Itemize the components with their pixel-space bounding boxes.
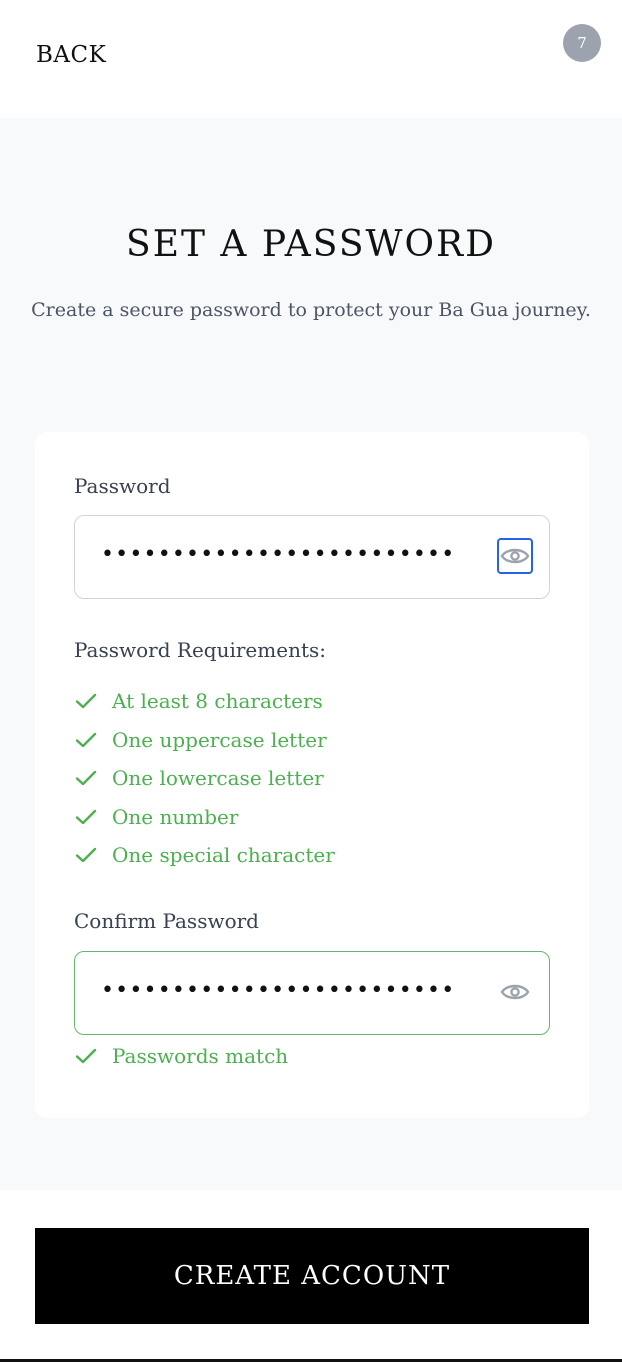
back-button[interactable]: BACK [36,42,106,68]
check-icon [74,843,98,867]
password-masked-value: ••••••••••••••••••••••••• [101,542,456,567]
page-title: SET A PASSWORD [126,224,496,265]
requirement-label: One number [112,804,239,829]
passwords-match-status: Passwords match [74,1044,288,1068]
requirement-uppercase: One uppercase letter [74,721,335,760]
check-icon [74,766,98,790]
requirement-number: One number [74,798,335,837]
requirement-min-length: At least 8 characters [74,682,335,721]
check-icon [74,728,98,752]
requirement-lowercase: One lowercase letter [74,759,335,798]
confirm-password-field[interactable]: ••••••••••••••••••••••••• [74,951,550,1035]
requirements-list: At least 8 characters One uppercase lett… [74,682,335,875]
passwords-match-label: Passwords match [112,1044,289,1068]
requirement-label: At least 8 characters [112,689,323,714]
confirm-password-label: Confirm Password [74,909,259,933]
check-icon [74,689,98,713]
main-content: SET A PASSWORD Create a secure password … [0,118,622,1190]
requirement-label: One special character [112,843,335,868]
eye-icon [500,984,530,1000]
requirement-label: One uppercase letter [112,727,327,752]
confirm-password-masked-value: ••••••••••••••••••••••••• [101,978,456,1003]
create-account-button[interactable]: CREATE ACCOUNT [35,1228,589,1324]
top-bar: BACK 7 [0,0,622,118]
requirement-label: One lowercase letter [112,766,324,791]
password-form-card: Password ••••••••••••••••••••••••• Passw… [35,432,589,1118]
page-subtitle: Create a secure password to protect your… [31,299,591,321]
password-field[interactable]: ••••••••••••••••••••••••• [74,515,550,599]
toggle-confirm-password-visibility-button[interactable] [497,974,533,1010]
password-label: Password [74,474,171,498]
check-icon [74,805,98,829]
toggle-password-visibility-button[interactable] [497,538,533,574]
check-icon [74,1044,98,1068]
requirements-heading: Password Requirements: [74,638,326,662]
requirement-special-char: One special character [74,836,335,875]
step-badge: 7 [563,24,601,62]
eye-icon [500,548,530,564]
